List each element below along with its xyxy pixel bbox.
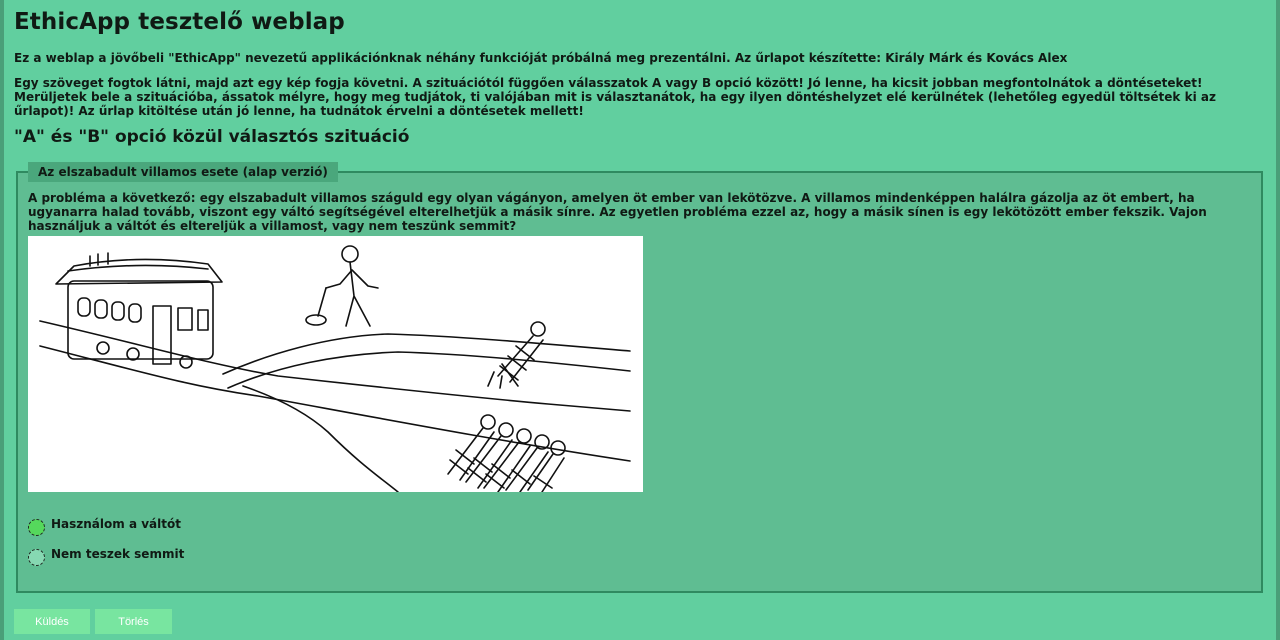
scenario-fieldset: Az elszabadult villamos esete (alap verz… xyxy=(16,162,1263,593)
option-do-nothing-label: Nem teszek semmit xyxy=(51,546,185,561)
problem-text: A probléma a következő: egy elszabadult … xyxy=(28,191,1207,233)
option-use-switch[interactable]: Használom a váltót xyxy=(28,511,181,536)
option-use-switch-label: Használom a váltót xyxy=(51,516,181,531)
option-do-nothing[interactable]: Nem teszek semmit xyxy=(28,541,184,566)
window-left-edge xyxy=(0,0,4,640)
page-title: EthicApp tesztelő weblap xyxy=(14,9,345,35)
scenario-legend: Az elszabadult villamos esete (alap verz… xyxy=(28,162,338,182)
trolley-problem-image xyxy=(28,236,643,492)
radio-use-switch[interactable] xyxy=(28,519,45,536)
radio-do-nothing[interactable] xyxy=(28,549,45,566)
submit-button[interactable]: Küldés xyxy=(14,609,90,634)
window-right-edge xyxy=(1276,0,1280,640)
section-heading: "A" és "B" opció közül választós szituác… xyxy=(14,127,410,147)
reset-button[interactable]: Törlés xyxy=(95,609,172,634)
intro-text: Ez a weblap a jövőbeli "EthicApp" neveze… xyxy=(14,51,1068,65)
description-text: Egy szöveget fogtok látni, majd azt egy … xyxy=(14,76,1216,118)
